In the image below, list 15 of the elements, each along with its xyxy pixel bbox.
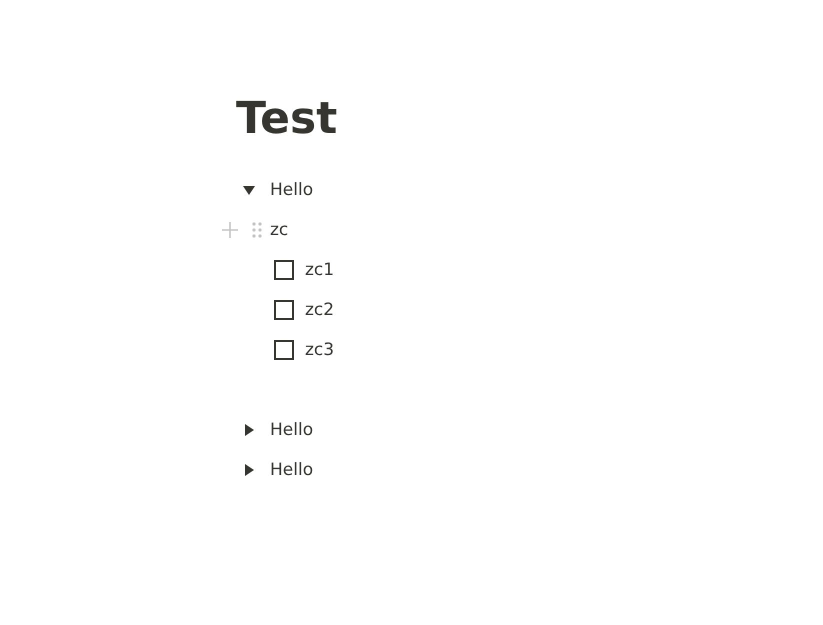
page-title: Test: [236, 92, 338, 146]
toggle-text: Hello: [270, 180, 314, 200]
checkbox[interactable]: [274, 300, 294, 320]
toggle-text: Hello: [270, 460, 314, 480]
todo-text: zc2: [305, 300, 334, 320]
checkbox[interactable]: [274, 340, 294, 360]
todo-text: zc3: [305, 340, 334, 360]
drag-handle-icon[interactable]: [252, 222, 262, 238]
triangle-down-icon: [243, 184, 255, 196]
checkbox[interactable]: [274, 260, 294, 280]
toggle-text: Hello: [270, 420, 314, 440]
paragraph-text: zc: [270, 220, 288, 240]
triangle-right-icon: [243, 424, 255, 436]
todo-text: zc1: [305, 260, 334, 280]
triangle-right-icon: [243, 464, 255, 476]
